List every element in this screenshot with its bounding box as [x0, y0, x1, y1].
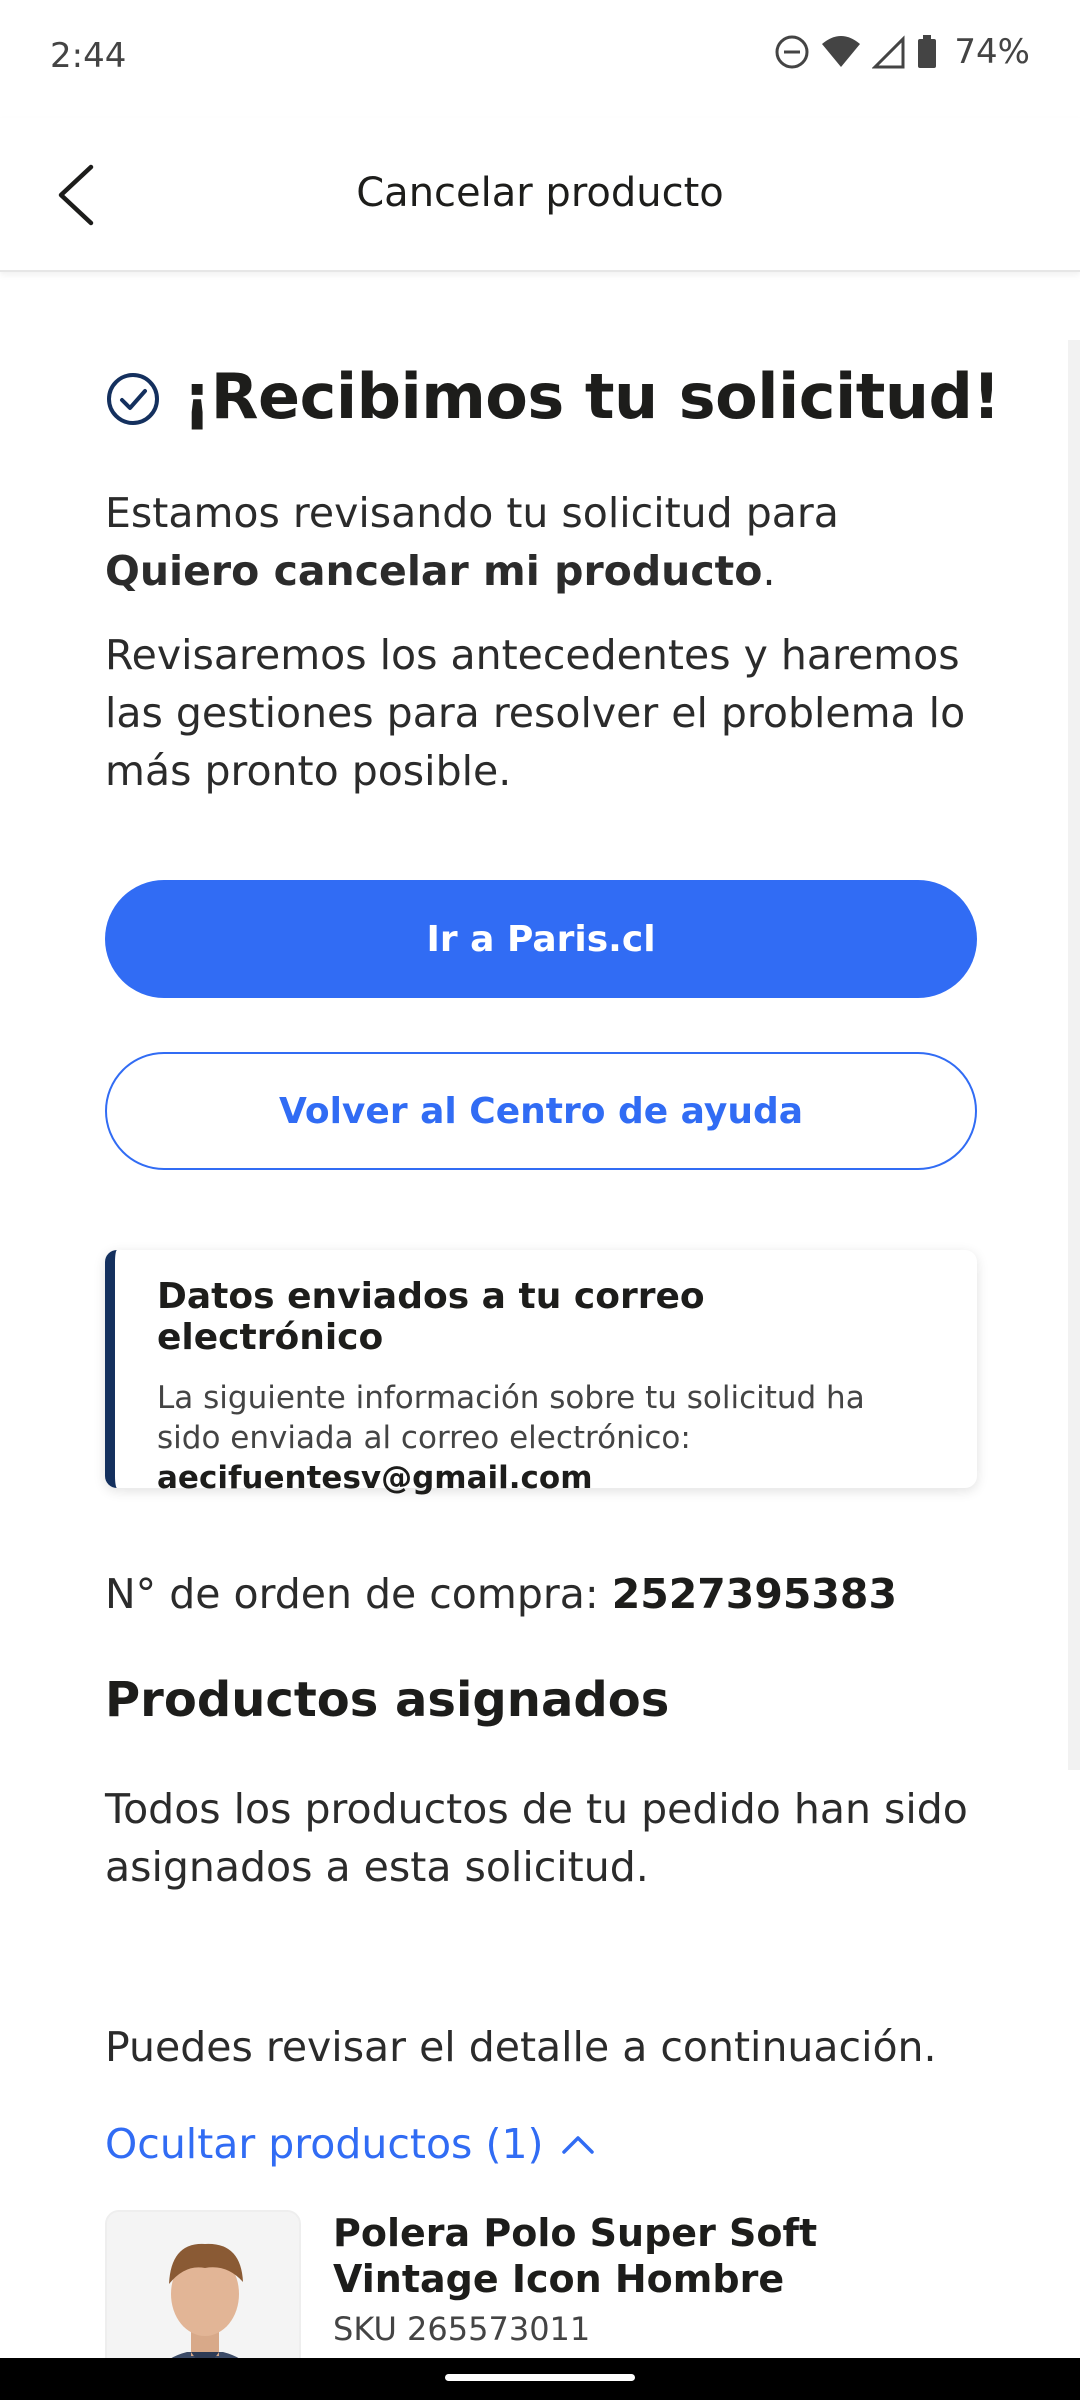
hide-products-toggle[interactable]: Ocultar productos (1) — [105, 2120, 598, 2168]
email-address: aecifuentesv@gmail.com — [157, 1460, 593, 1496]
request-type: Quiero cancelar mi producto — [105, 547, 763, 595]
battery-percentage: 74% — [954, 32, 1030, 72]
wifi-icon — [822, 36, 861, 67]
detail-note: Puedes revisar el detalle a continuación… — [105, 2023, 937, 2071]
confirmation-headline: ¡Recibimos tu solicitud! — [105, 360, 1001, 433]
hide-products-label: Ocultar productos (1) — [105, 2120, 544, 2168]
status-bar: 2:44 74% — [0, 0, 1080, 118]
status-icons: 74% — [774, 32, 1030, 72]
product-name: Polera Polo Super Soft Vintage Icon Homb… — [333, 2211, 818, 2301]
product-sku: SKU 265573011 — [333, 2310, 591, 2348]
request-details: Revisaremos los antecedentes y haremos l… — [105, 631, 966, 795]
email-card-title: Datos enviados a tu correo electrónico — [157, 1276, 705, 1358]
home-gesture-handle[interactable] — [445, 2374, 635, 2381]
app-header: Cancelar producto — [0, 118, 1080, 272]
email-info-card: Datos enviados a tu correo electrónico L… — [105, 1250, 977, 1496]
assigned-products-title: Productos asignados — [105, 1672, 670, 1728]
order-number-line: N° de orden de compra: 2527395383 — [105, 1570, 897, 1618]
page-title: Cancelar producto — [356, 170, 724, 216]
signal-icon — [872, 35, 905, 69]
chevron-up-icon — [561, 2136, 594, 2154]
request-summary: Estamos revisando tu solicitud para Quie… — [105, 484, 1005, 600]
back-to-help-center-button[interactable]: Volver al Centro de ayuda — [105, 1052, 977, 1170]
do-not-disturb-icon — [775, 35, 809, 69]
battery-icon — [918, 35, 937, 68]
order-number: 2527395383 — [611, 1570, 897, 1618]
product-item[interactable]: Polera Polo Super Soft Vintage Icon Homb… — [105, 2210, 985, 2400]
request-intro: Estamos revisando tu solicitud para — [105, 489, 839, 537]
confirmation-title: ¡Recibimos tu solicitud! — [183, 360, 1001, 433]
email-card-text: La siguiente información sobre tu solici… — [157, 1380, 865, 1456]
assigned-products-note: Todos los productos de tu pedido han sid… — [105, 1785, 968, 1891]
status-time: 2:44 — [50, 36, 127, 76]
go-to-paris-button[interactable]: Ir a Paris.cl — [105, 880, 977, 998]
system-navigation-bar — [0, 2358, 1080, 2400]
check-circle-icon — [107, 372, 159, 425]
request-intro-end: . — [762, 547, 776, 595]
scrollbar[interactable] — [1068, 340, 1080, 1770]
order-label: N° de orden de compra: — [105, 1570, 612, 1618]
